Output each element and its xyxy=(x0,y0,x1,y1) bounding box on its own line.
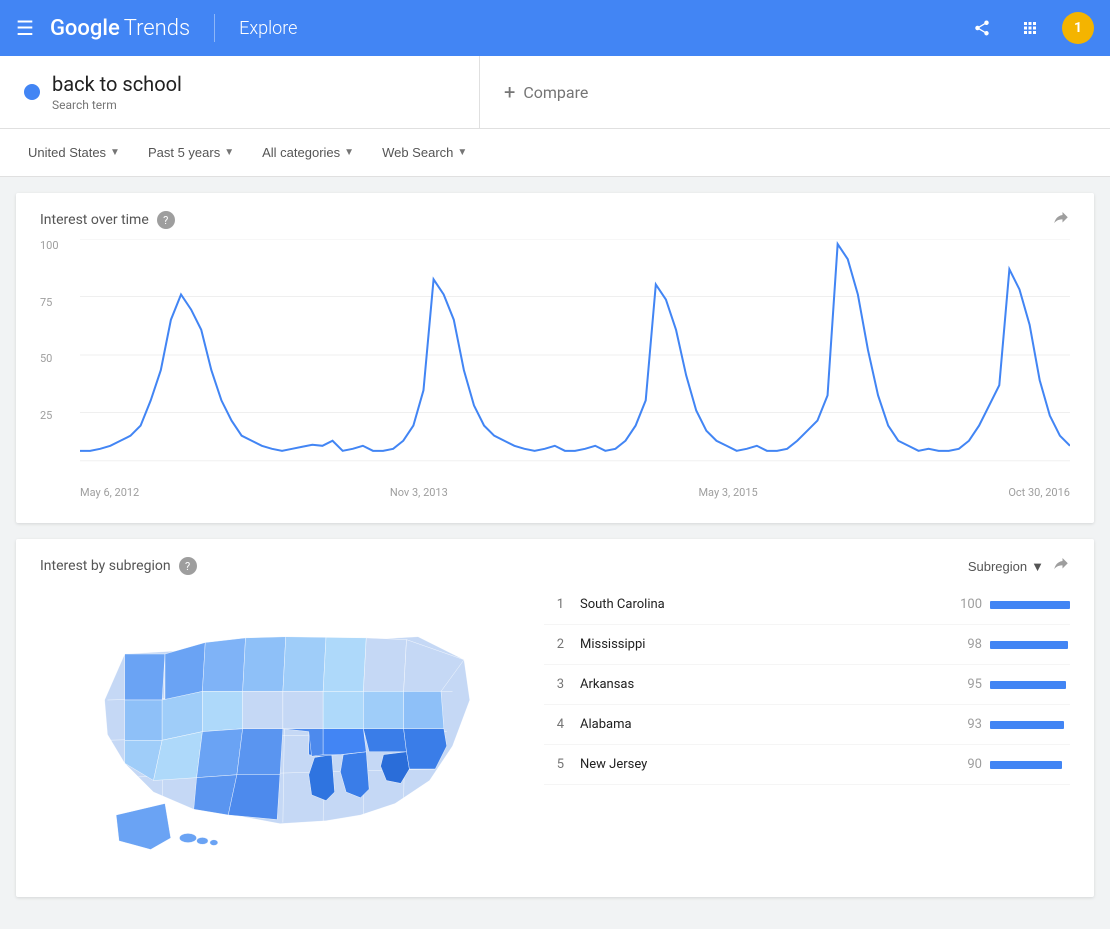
logo-trends: Trends xyxy=(124,16,190,41)
main-content: Interest over time ? 100 75 50 25 xyxy=(0,177,1110,929)
card-title-row-subregion: Interest by subregion ? xyxy=(40,557,197,575)
rank-bar-container xyxy=(990,641,1070,649)
subregion-dropdown-chevron: ▼ xyxy=(1031,559,1044,574)
rank-bar xyxy=(990,601,1070,609)
rank-number: 1 xyxy=(544,597,564,612)
rank-bar-container xyxy=(990,601,1070,609)
ranking-row: 3 Arkansas 95 xyxy=(544,665,1070,705)
y-label-100: 100 xyxy=(40,239,76,252)
rank-score: 100 xyxy=(952,597,982,612)
rank-name: Alabama xyxy=(572,717,944,732)
us-map xyxy=(50,585,510,873)
rank-score: 95 xyxy=(952,677,982,692)
search-term-content: back to school Search term xyxy=(52,72,182,112)
user-avatar[interactable]: 1 xyxy=(1062,12,1094,44)
rank-bar xyxy=(990,721,1064,729)
interest-over-time-title: Interest over time xyxy=(40,212,149,228)
interest-by-subregion-card: Interest by subregion ? Subregion ▼ xyxy=(16,539,1094,897)
header-divider xyxy=(214,14,215,42)
rank-bar xyxy=(990,761,1062,769)
subregion-dropdown-label: Subregion xyxy=(968,559,1027,574)
time-filter-label: Past 5 years xyxy=(148,145,220,160)
logo: Google Trends xyxy=(50,16,190,41)
location-chevron-icon: ▼ xyxy=(110,147,120,158)
rank-number: 5 xyxy=(544,757,564,772)
rank-name: New Jersey xyxy=(572,757,944,772)
header-actions: 1 xyxy=(966,12,1094,44)
apps-grid-icon[interactable] xyxy=(1014,12,1046,44)
search-area: back to school Search term + Compare xyxy=(0,56,1110,129)
rank-bar xyxy=(990,681,1066,689)
rank-number: 2 xyxy=(544,637,564,652)
type-chevron-icon: ▼ xyxy=(457,147,467,158)
interest-by-subregion-title: Interest by subregion xyxy=(40,558,171,574)
category-filter[interactable]: All categories ▼ xyxy=(250,137,366,168)
x-axis-labels: May 6, 2012 Nov 3, 2013 May 3, 2015 Oct … xyxy=(80,486,1070,499)
help-icon-time[interactable]: ? xyxy=(157,211,175,229)
ranking-row: 4 Alabama 93 xyxy=(544,705,1070,745)
location-filter-label: United States xyxy=(28,145,106,160)
share-header-icon[interactable] xyxy=(966,12,998,44)
interest-over-time-card: Interest over time ? 100 75 50 25 xyxy=(16,193,1094,523)
help-icon-subregion[interactable]: ? xyxy=(179,557,197,575)
rank-name: South Carolina xyxy=(572,597,944,612)
rank-bar xyxy=(990,641,1068,649)
type-filter[interactable]: Web Search ▼ xyxy=(370,137,479,168)
y-label-75: 75 xyxy=(40,296,76,309)
location-filter[interactable]: United States ▼ xyxy=(16,137,132,168)
search-term-dot xyxy=(24,84,40,100)
rank-name: Mississippi xyxy=(572,637,944,652)
y-axis-labels: 100 75 50 25 xyxy=(40,239,76,469)
y-label-50: 50 xyxy=(40,352,76,365)
app-header: ☰ Google Trends Explore 1 xyxy=(0,0,1110,56)
ranking-row: 5 New Jersey 90 xyxy=(544,745,1070,785)
card-header-subregion: Interest by subregion ? Subregion ▼ xyxy=(40,555,1070,577)
ranking-row: 1 South Carolina 100 xyxy=(544,585,1070,625)
card-title-row-time: Interest over time ? xyxy=(40,211,175,229)
x-label-1: May 6, 2012 xyxy=(80,486,139,499)
time-filter[interactable]: Past 5 years ▼ xyxy=(136,137,246,168)
subregion-dropdown[interactable]: Subregion ▼ xyxy=(968,559,1044,574)
rank-bar-container xyxy=(990,681,1070,689)
x-label-4: Oct 30, 2016 xyxy=(1008,486,1070,499)
map-area xyxy=(40,585,520,873)
rank-score: 98 xyxy=(952,637,982,652)
y-label-25: 25 xyxy=(40,409,76,422)
rank-bar-container xyxy=(990,721,1070,729)
search-row: back to school Search term + Compare xyxy=(0,56,1110,128)
rank-name: Arkansas xyxy=(572,677,944,692)
category-chevron-icon: ▼ xyxy=(344,147,354,158)
rank-bar-container xyxy=(990,761,1070,769)
type-filter-label: Web Search xyxy=(382,145,453,160)
search-term-box: back to school Search term xyxy=(0,56,480,128)
share-time-icon[interactable] xyxy=(1052,209,1070,231)
search-term-text: back to school xyxy=(52,72,182,96)
x-label-3: May 3, 2015 xyxy=(698,486,757,499)
subregion-header-right: Subregion ▼ xyxy=(968,555,1070,577)
rank-number: 4 xyxy=(544,717,564,732)
category-filter-label: All categories xyxy=(262,145,340,160)
logo-google: Google xyxy=(50,16,120,41)
rank-score: 93 xyxy=(952,717,982,732)
header-explore-label: Explore xyxy=(239,18,297,39)
rank-score: 90 xyxy=(952,757,982,772)
compare-plus-icon: + xyxy=(504,80,515,104)
subregion-content: 1 South Carolina 100 2 Mississippi 98 3 … xyxy=(40,585,1070,873)
interest-over-time-chart: 100 75 50 25 May 6, 2012 Nov 3, 2013 May… xyxy=(40,239,1070,499)
ranking-row: 2 Mississippi 98 xyxy=(544,625,1070,665)
compare-box[interactable]: + Compare xyxy=(480,56,1110,128)
card-header-time: Interest over time ? xyxy=(40,209,1070,231)
x-label-2: Nov 3, 2013 xyxy=(390,486,448,499)
filter-bar: United States ▼ Past 5 years ▼ All categ… xyxy=(0,129,1110,177)
time-chevron-icon: ▼ xyxy=(224,147,234,158)
compare-text: Compare xyxy=(523,83,588,102)
rank-number: 3 xyxy=(544,677,564,692)
menu-icon[interactable]: ☰ xyxy=(16,16,34,40)
search-term-label: Search term xyxy=(52,98,182,112)
chart-svg xyxy=(80,239,1070,471)
share-subregion-icon[interactable] xyxy=(1052,555,1070,577)
rankings-area: 1 South Carolina 100 2 Mississippi 98 3 … xyxy=(544,585,1070,873)
